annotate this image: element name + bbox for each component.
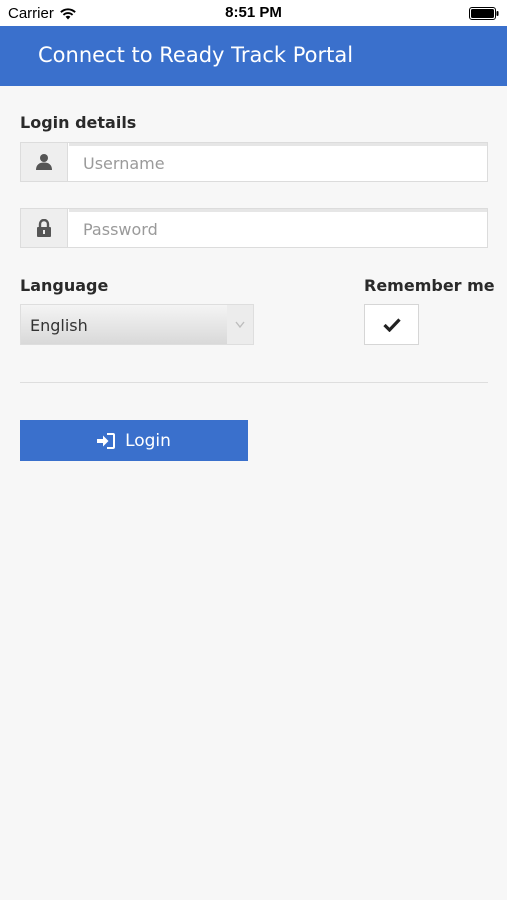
- status-bar: Carrier 8:51 PM: [0, 0, 507, 26]
- password-group: [20, 208, 488, 248]
- remember-me-label: Remember me: [364, 276, 495, 295]
- divider: [20, 382, 488, 383]
- user-icon: [36, 154, 52, 170]
- chevron-down-icon: [235, 321, 245, 328]
- checkmark-icon: [382, 317, 401, 332]
- status-time: 8:51 PM: [225, 4, 282, 21]
- remember-me-checkbox[interactable]: [364, 304, 419, 345]
- username-addon: [21, 143, 68, 181]
- app-header: Connect to Ready Track Portal: [0, 26, 507, 86]
- password-input[interactable]: [69, 209, 487, 247]
- page-title: Connect to Ready Track Portal: [38, 43, 354, 67]
- select-arrow: [227, 305, 253, 344]
- lock-icon: [37, 219, 51, 237]
- username-input[interactable]: [69, 143, 487, 181]
- login-button[interactable]: Login: [20, 420, 248, 461]
- language-select[interactable]: English: [20, 304, 254, 345]
- language-value: English: [30, 316, 88, 335]
- login-label: Login: [125, 430, 171, 451]
- login-details-label: Login details: [20, 113, 137, 132]
- sign-in-icon: [97, 432, 116, 449]
- username-group: [20, 142, 488, 182]
- language-label: Language: [20, 276, 109, 295]
- password-addon: [21, 209, 68, 247]
- battery-icon: [469, 7, 499, 20]
